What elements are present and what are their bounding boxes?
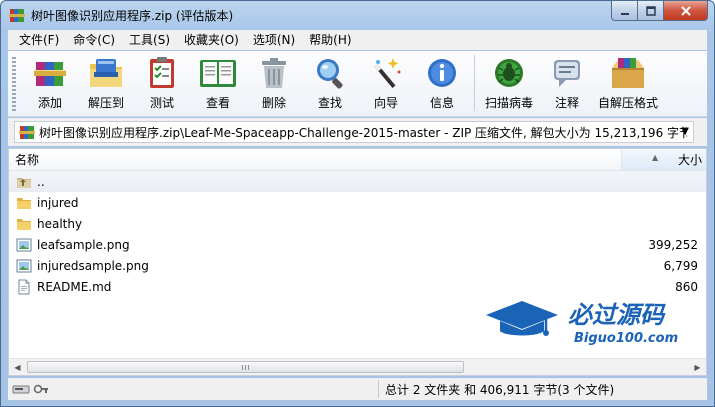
title-bar: 树叶图像识别应用程序.zip (评估版本) (1, 1, 714, 29)
archive-icon (19, 126, 35, 139)
window-controls (611, 1, 708, 21)
archive-path: 树叶图像识别应用程序.zip\Leaf-Me-Spaceapp-Challeng… (39, 125, 687, 140)
parent-folder-icon (17, 177, 31, 188)
view-button[interactable]: 查看 (190, 51, 246, 115)
file-size: 860 (675, 279, 698, 294)
add-archive-icon (34, 62, 66, 86)
image-file-icon (16, 238, 32, 251)
extract-to-icon (90, 59, 122, 87)
image-file-icon (16, 259, 32, 272)
column-name[interactable]: 名称 (9, 149, 622, 170)
file-row-injuredsample[interactable]: injuredsample.png 6,799 (9, 255, 706, 276)
file-name: injured (37, 195, 79, 210)
address-bar: 树叶图像识别应用程序.zip\Leaf-Me-Spaceapp-Challeng… (8, 118, 707, 146)
scan-virus-button[interactable]: 扫描病毒 (479, 51, 539, 115)
drive-icon (12, 385, 30, 394)
virus-scan-icon (495, 59, 523, 87)
status-summary: 总计 2 文件夹 和 406,911 字节(3 个文件) (385, 382, 615, 397)
menu-tools[interactable]: 工具(S) (122, 30, 177, 50)
winrar-window: 树叶图像识别应用程序.zip (评估版本) 文件(F) 命令(C) 工具(S) … (0, 0, 715, 407)
chevron-down-icon[interactable]: ▼ (681, 126, 689, 137)
toolbar-grip[interactable] (12, 57, 16, 111)
file-row-parent[interactable]: .. (9, 171, 706, 192)
status-bar: 总计 2 文件夹 和 406,911 字节(3 个文件) (8, 378, 707, 400)
sfx-button[interactable]: 自解压格式 (595, 51, 661, 115)
toolbar: 添加 解压到 测试 查看 删除 查找 向导 信息 扫描病毒 注释 自解压格式 (8, 51, 707, 117)
file-name: README.md (37, 279, 112, 294)
close-icon (680, 5, 691, 16)
minimize-button[interactable] (611, 1, 638, 21)
watermark-main-text: 必过源码 (568, 301, 666, 329)
sort-ascending-icon: ▲ (652, 153, 659, 162)
test-icon (150, 57, 174, 88)
document-file-icon (18, 279, 30, 294)
scrollbar-thumb[interactable] (27, 361, 464, 373)
maximize-icon (645, 5, 656, 16)
maximize-button[interactable] (638, 1, 664, 21)
add-button[interactable]: 添加 (22, 51, 78, 115)
status-icons (8, 383, 378, 395)
test-button[interactable]: 测试 (134, 51, 190, 115)
info-button[interactable]: 信息 (414, 51, 470, 115)
watermark-sub-text: Biguo100.com (574, 331, 678, 346)
file-name: leafsample.png (37, 237, 130, 252)
status-separator (378, 380, 379, 398)
folder-icon (17, 218, 31, 230)
view-book-icon (200, 60, 236, 87)
watermark-logo: 必过源码 Biguo100.com (486, 301, 678, 346)
menu-help[interactable]: 帮助(H) (302, 30, 358, 50)
file-name: .. (37, 174, 45, 189)
file-size: 399,252 (648, 237, 698, 252)
delete-button[interactable]: 删除 (246, 51, 302, 115)
wizard-button[interactable]: 向导 (358, 51, 414, 115)
menu-options[interactable]: 选项(N) (246, 30, 302, 50)
file-name: healthy (37, 216, 83, 231)
file-name: injuredsample.png (37, 258, 149, 273)
column-size[interactable]: ▲ 大小 (622, 149, 706, 170)
key-icon (33, 384, 48, 394)
menu-favorites[interactable]: 收藏夹(O) (177, 30, 246, 50)
toolbar-separator (474, 55, 475, 111)
sfx-box-icon (612, 58, 644, 88)
horizontal-scrollbar[interactable]: ◀ ▶ (9, 358, 706, 375)
wizard-wand-icon (374, 58, 401, 89)
menu-bar: 文件(F) 命令(C) 工具(S) 收藏夹(O) 选项(N) 帮助(H) (8, 30, 707, 50)
scroll-left-icon[interactable]: ◀ (9, 359, 26, 375)
column-header: 名称 ▲ 大小 (9, 149, 706, 171)
file-row-leafsample[interactable]: leafsample.png 399,252 (9, 234, 706, 255)
menu-file[interactable]: 文件(F) (12, 30, 66, 50)
path-combobox[interactable]: 树叶图像识别应用程序.zip\Leaf-Me-Spaceapp-Challeng… (14, 121, 694, 143)
find-button[interactable]: 查找 (302, 51, 358, 115)
file-size: 6,799 (663, 258, 698, 273)
minimize-icon (620, 12, 629, 15)
comment-button[interactable]: 注释 (539, 51, 595, 115)
magnifier-icon (317, 59, 343, 89)
info-icon (428, 59, 456, 87)
file-row-injured[interactable]: injured (9, 192, 706, 213)
extract-to-button[interactable]: 解压到 (78, 51, 134, 115)
file-row-healthy[interactable]: healthy (9, 213, 706, 234)
scroll-right-icon[interactable]: ▶ (689, 359, 706, 375)
comment-icon (554, 60, 580, 87)
file-row-readme[interactable]: README.md 860 (9, 276, 706, 297)
close-button[interactable] (664, 1, 708, 21)
winrar-app-icon (9, 9, 25, 22)
menu-commands[interactable]: 命令(C) (66, 30, 122, 50)
trash-icon (262, 58, 286, 88)
window-title: 树叶图像识别应用程序.zip (评估版本) (31, 8, 234, 23)
folder-icon (17, 197, 31, 209)
